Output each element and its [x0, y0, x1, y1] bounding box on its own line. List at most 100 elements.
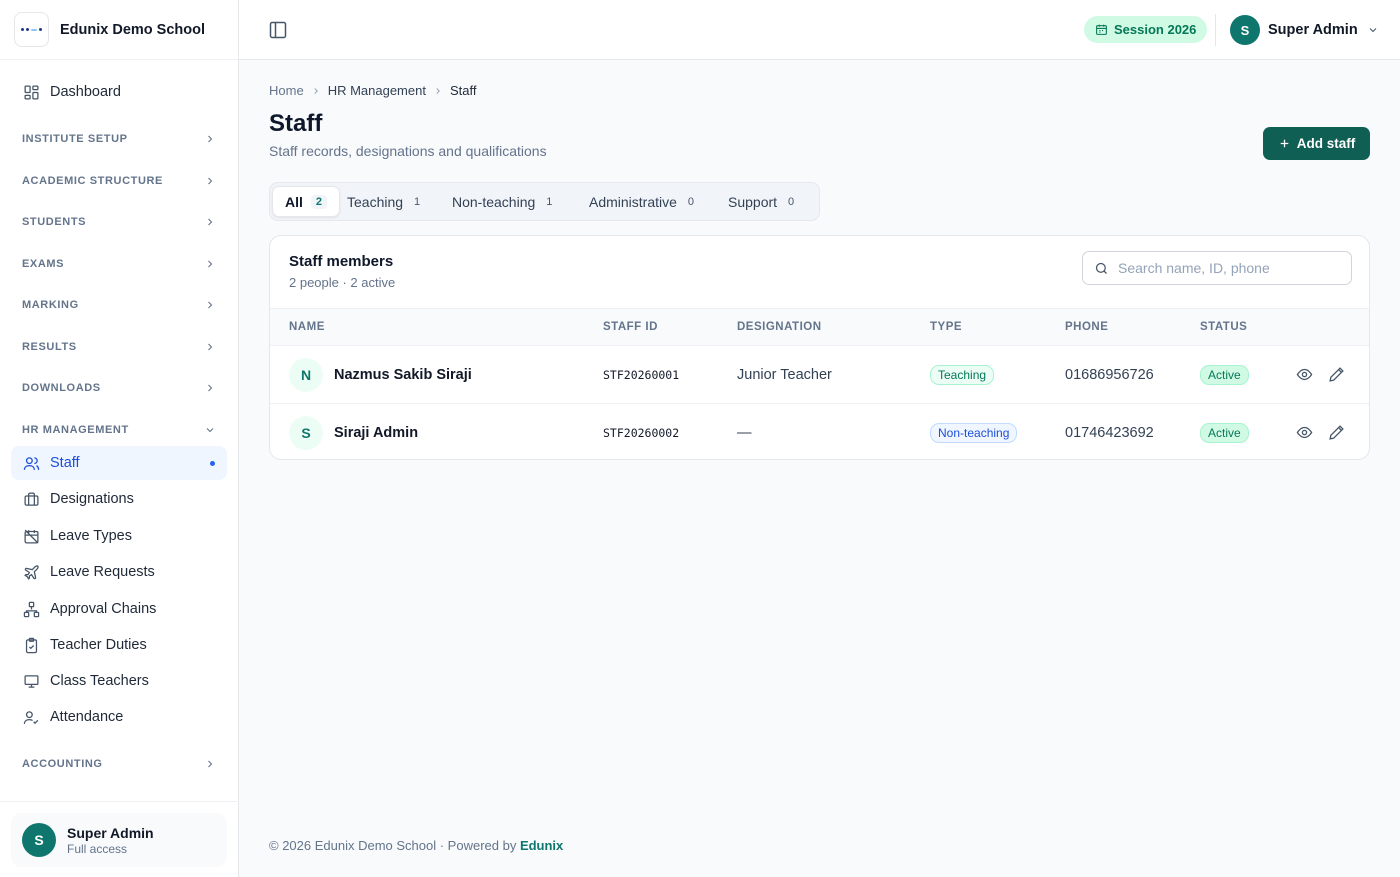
breadcrumb: Home HR Management Staff: [269, 83, 476, 98]
sidebar-user-card[interactable]: S Super Admin Full access: [11, 813, 227, 867]
session-label: Session 2026: [1114, 22, 1197, 37]
sidebar-item-approval-chains[interactable]: Approval Chains: [11, 592, 227, 626]
column-header-type[interactable]: Type: [930, 321, 962, 333]
presentation-icon: [22, 672, 40, 690]
sidebar-item-label: Approval Chains: [50, 601, 157, 617]
sidebar-item-label: Leave Requests: [50, 564, 155, 580]
sidebar-item-teacher-duties[interactable]: Teacher Duties: [11, 628, 227, 662]
chevron-right-icon: [204, 299, 216, 311]
briefcase-icon: [22, 490, 40, 508]
footer-text: © 2026 Edunix Demo School · Powered by: [269, 838, 520, 853]
school-name: Edunix Demo School: [60, 21, 206, 38]
user-name: Super Admin: [67, 824, 154, 841]
sidebar-item-label: Class Teachers: [50, 673, 149, 689]
tab-administrative[interactable]: Administrative 0: [577, 186, 709, 217]
sidebar-item-class-teachers[interactable]: Class Teachers: [11, 664, 227, 698]
section-label: HR Management: [22, 424, 129, 436]
section-label: Institute Setup: [22, 133, 128, 145]
sidebar: Edunix Demo School Dashboard Institute S…: [0, 0, 239, 877]
sidebar-item-dashboard[interactable]: Dashboard: [11, 75, 227, 109]
tab-label: Administrative: [589, 193, 677, 210]
sidebar-section-exams[interactable]: Exams: [11, 247, 227, 281]
sidebar-item-leave-types[interactable]: Leave Types: [11, 519, 227, 553]
type-badge: Teaching: [930, 364, 995, 385]
plane-icon: [22, 563, 40, 581]
staff-id: STF20260002: [603, 425, 680, 440]
pencil-icon[interactable]: [1327, 424, 1345, 442]
sidebar-section-results[interactable]: Results: [11, 330, 227, 364]
section-label: Academic Structure: [22, 175, 163, 187]
avatar: S: [289, 415, 323, 450]
section-label: Downloads: [22, 382, 101, 394]
search-field[interactable]: [1082, 251, 1352, 285]
panel-left-icon: [269, 21, 287, 39]
divider: [0, 801, 239, 802]
chevron-right-icon: [204, 341, 216, 353]
sidebar-item-staff[interactable]: Staff: [11, 446, 227, 480]
staff-name[interactable]: Siraji Admin: [334, 425, 418, 441]
staff-name[interactable]: Nazmus Sakib Siraji: [334, 367, 472, 383]
sidebar-section-students[interactable]: Students: [11, 205, 227, 239]
sidebar-section-marking[interactable]: Marking: [11, 288, 227, 322]
dashboard-icon: [22, 83, 40, 101]
sidebar-toggle-button[interactable]: [266, 18, 290, 42]
tab-label: All: [285, 193, 303, 210]
eye-icon[interactable]: [1295, 366, 1313, 384]
tab-support[interactable]: Support 0: [716, 186, 809, 217]
chevron-right-icon: [204, 175, 216, 187]
type-badge: Non-teaching: [930, 422, 1018, 443]
tab-count: 0: [788, 195, 795, 208]
chevron-right-icon: [204, 258, 216, 270]
column-header-status[interactable]: Status: [1200, 321, 1247, 333]
chevron-right-icon: [204, 216, 216, 228]
sidebar-item-designations[interactable]: Designations: [11, 482, 227, 516]
user-role: Full access: [67, 841, 128, 856]
pencil-icon[interactable]: [1327, 366, 1345, 384]
user-menu-button[interactable]: S Super Admin: [1230, 15, 1379, 45]
sidebar-item-leave-requests[interactable]: Leave Requests: [11, 555, 227, 589]
sidebar-section-accounting[interactable]: Accounting: [11, 747, 227, 781]
column-header-staff-id[interactable]: Staff ID: [603, 321, 658, 333]
add-staff-button[interactable]: Add staff: [1263, 127, 1370, 160]
school-logo: [14, 12, 49, 47]
tab-teaching[interactable]: Teaching 1: [335, 186, 435, 217]
tab-count: 0: [687, 195, 695, 208]
avatar: N: [289, 357, 323, 392]
staff-id: STF20260001: [603, 367, 680, 382]
column-header-designation[interactable]: Designation: [737, 321, 822, 333]
sidebar-section-institute-setup[interactable]: Institute Setup: [11, 122, 227, 156]
section-label: Students: [22, 216, 87, 228]
search-input[interactable]: [1118, 260, 1338, 276]
breadcrumb-hr-management[interactable]: HR Management: [328, 83, 426, 98]
users-icon: [22, 454, 40, 472]
staff-designation: Junior Teacher: [737, 366, 832, 383]
eye-icon[interactable]: [1295, 424, 1313, 442]
staff-phone: 01686956726: [1065, 366, 1154, 383]
breadcrumb-home[interactable]: Home: [269, 83, 304, 98]
sidebar-section-academic-structure[interactable]: Academic Structure: [11, 164, 227, 198]
tab-all[interactable]: All 2: [272, 186, 341, 217]
table-header: Name Staff ID Designation Type Phone Sta…: [270, 308, 1369, 346]
staff-designation: —: [737, 424, 752, 441]
column-header-phone[interactable]: Phone: [1065, 321, 1108, 333]
calendar-off-icon: [22, 527, 40, 545]
tab-non-teaching[interactable]: Non-teaching 1: [440, 186, 567, 217]
topbar: Session 2026 S Super Admin: [239, 0, 1400, 60]
card-title: Staff members: [289, 253, 394, 270]
brand[interactable]: Edunix Demo School: [0, 0, 238, 60]
breadcrumb-current: Staff: [449, 83, 477, 98]
table-row[interactable]: S Siraji Admin STF20260002 — Non-teachin…: [270, 403, 1369, 459]
plus-icon: [1280, 139, 1289, 148]
staff-type-tabs: All 2 Teaching 1 Non-teaching 1 Administ…: [269, 182, 820, 221]
sidebar-item-attendance[interactable]: Attendance: [11, 700, 227, 734]
chevron-right-icon: [204, 133, 216, 145]
footer-link[interactable]: Edunix: [520, 838, 563, 853]
session-badge[interactable]: Session 2026: [1084, 16, 1208, 43]
table-row[interactable]: N Nazmus Sakib Siraji STF20260001 Junior…: [270, 346, 1369, 403]
user-check-icon: [22, 708, 40, 726]
chevron-right-icon: [311, 86, 321, 96]
sidebar-section-downloads[interactable]: Downloads: [11, 371, 227, 405]
sidebar-section-hr-management[interactable]: HR Management: [11, 413, 227, 447]
column-header-name[interactable]: Name: [289, 321, 325, 333]
chevron-right-icon: [204, 758, 216, 770]
